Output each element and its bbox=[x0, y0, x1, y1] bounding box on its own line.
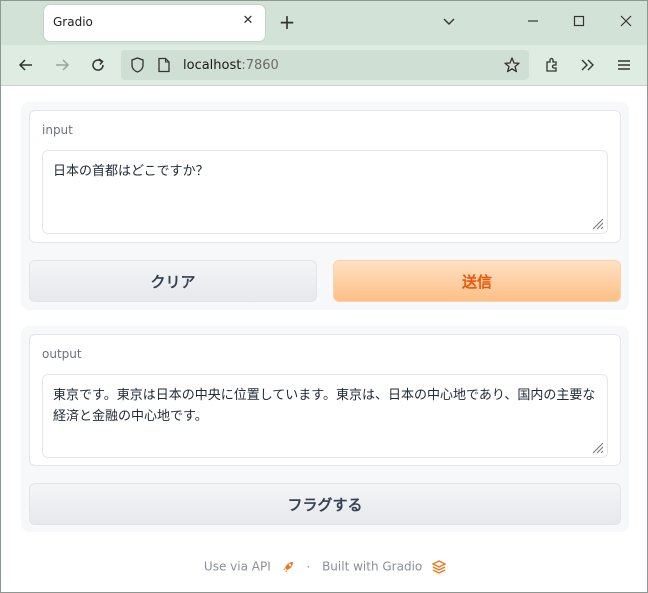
menu-hamburger-icon[interactable] bbox=[615, 56, 633, 74]
resize-handle-icon[interactable] bbox=[592, 442, 604, 454]
input-label: input bbox=[42, 123, 73, 137]
minimize-icon[interactable] bbox=[525, 13, 541, 29]
close-tab-icon[interactable]: ✕ bbox=[241, 14, 255, 28]
address-bar[interactable]: localhost:7860 bbox=[121, 50, 529, 80]
url-text[interactable]: localhost:7860 bbox=[183, 58, 279, 73]
clear-button[interactable]: クリア bbox=[29, 260, 317, 302]
output-textarea[interactable]: 東京です。東京は日本の中央に位置しています。東京は、日本の中心地であり、国内の主… bbox=[42, 374, 608, 458]
use-api-link[interactable]: Use via API bbox=[204, 560, 271, 574]
reload-icon[interactable] bbox=[89, 56, 107, 74]
footer-separator: · bbox=[306, 559, 311, 574]
maximize-icon[interactable] bbox=[571, 13, 587, 29]
tab-title: Gradio bbox=[53, 15, 93, 29]
url-host: localhost bbox=[183, 58, 242, 73]
footer: Use via API · Built with Gradio bbox=[1, 559, 647, 574]
new-tab-icon[interactable]: + bbox=[277, 12, 297, 32]
tab-list-chevron-icon[interactable] bbox=[441, 14, 457, 30]
submit-button[interactable]: 送信 bbox=[333, 260, 621, 302]
output-block: output 東京です。東京は日本の中央に位置しています。東京は、日本の中心地で… bbox=[29, 334, 621, 466]
page-info-icon[interactable] bbox=[157, 57, 171, 73]
close-window-icon[interactable] bbox=[618, 13, 634, 29]
bookmark-star-icon[interactable] bbox=[503, 56, 521, 74]
url-port: :7860 bbox=[241, 58, 279, 73]
built-with-gradio-link[interactable]: Built with Gradio bbox=[322, 560, 422, 574]
extensions-icon[interactable] bbox=[543, 56, 561, 74]
shield-icon[interactable] bbox=[129, 56, 146, 74]
input-panel: input 日本の首都はどこですか？ クリア 送信 bbox=[21, 102, 629, 310]
page-content: input 日本の首都はどこですか？ クリア 送信 output 東京です。東京… bbox=[1, 86, 647, 592]
rocket-icon bbox=[282, 561, 293, 572]
browser-tab[interactable]: Gradio ✕ bbox=[44, 5, 265, 41]
input-textarea[interactable]: 日本の首都はどこですか？ bbox=[42, 150, 608, 234]
resize-handle-icon[interactable] bbox=[592, 218, 604, 230]
gradio-logo-icon bbox=[431, 559, 447, 574]
forward-arrow-icon[interactable] bbox=[53, 56, 71, 74]
output-label: output bbox=[42, 347, 82, 361]
back-arrow-icon[interactable] bbox=[17, 56, 35, 74]
tab-bar: Gradio ✕ + bbox=[1, 1, 647, 45]
flag-button[interactable]: フラグする bbox=[29, 483, 621, 525]
browser-window: Gradio ✕ + localhost:7860 input 日本の首都はどこ… bbox=[0, 0, 648, 593]
output-text: 東京です。東京は日本の中央に位置しています。東京は、日本の中心地であり、国内の主… bbox=[53, 388, 596, 424]
output-panel: output 東京です。東京は日本の中央に位置しています。東京は、日本の中心地で… bbox=[21, 326, 629, 532]
input-block: input 日本の首都はどこですか？ bbox=[29, 110, 621, 243]
overflow-chevrons-icon[interactable] bbox=[579, 56, 597, 74]
input-text: 日本の首都はどこですか？ bbox=[53, 164, 209, 179]
navigation-bar: localhost:7860 bbox=[1, 45, 647, 86]
